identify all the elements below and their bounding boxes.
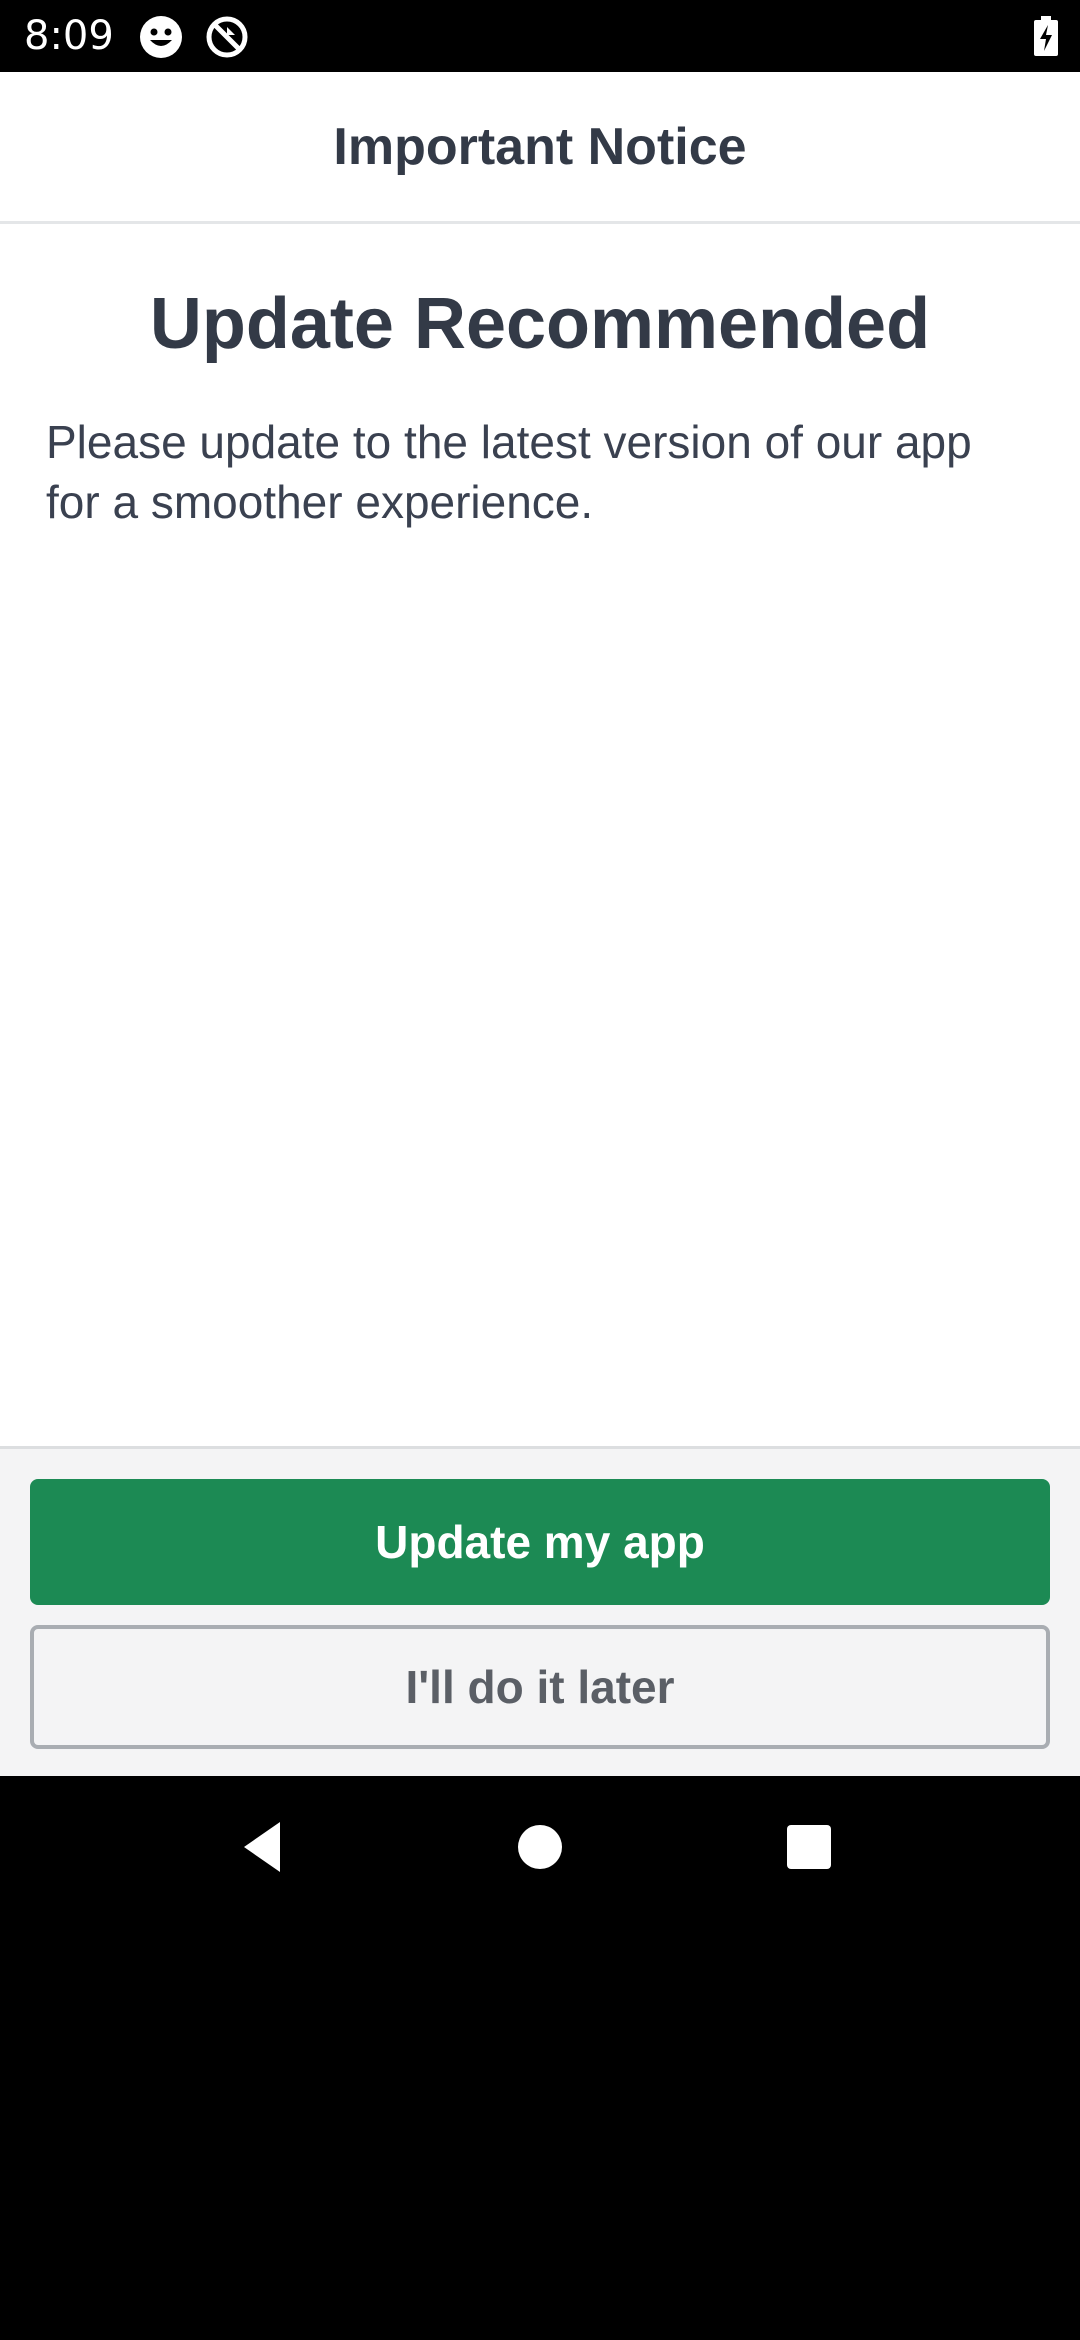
app-header: Important Notice <box>0 72 1080 224</box>
notice-message: Please update to the latest version of o… <box>46 416 972 528</box>
status-bar: 8:09 <box>0 0 1080 72</box>
navigation-bar <box>0 1776 1080 1918</box>
battery-charging-icon <box>1034 16 1058 56</box>
recents-icon[interactable] <box>776 1814 842 1880</box>
app-screen: Important Notice Update Recommended Plea… <box>0 72 1080 1776</box>
status-time: 8:09 <box>24 13 114 59</box>
notice-content: Update Recommended Please update to the … <box>0 224 1080 532</box>
notice-headline: Update Recommended <box>149 284 931 364</box>
later-button[interactable]: I'll do it later <box>30 1625 1050 1749</box>
action-footer: Update my app I'll do it later <box>0 1446 1080 1776</box>
update-app-button[interactable]: Update my app <box>30 1479 1050 1605</box>
sync-disabled-icon <box>206 16 248 58</box>
back-icon[interactable] <box>234 1814 300 1880</box>
header-title: Important Notice <box>333 117 747 176</box>
home-icon[interactable] <box>507 1814 573 1880</box>
phone-screen: 8:09 Important Notice Update Recommended… <box>0 0 1080 2340</box>
face-icon <box>140 16 182 58</box>
